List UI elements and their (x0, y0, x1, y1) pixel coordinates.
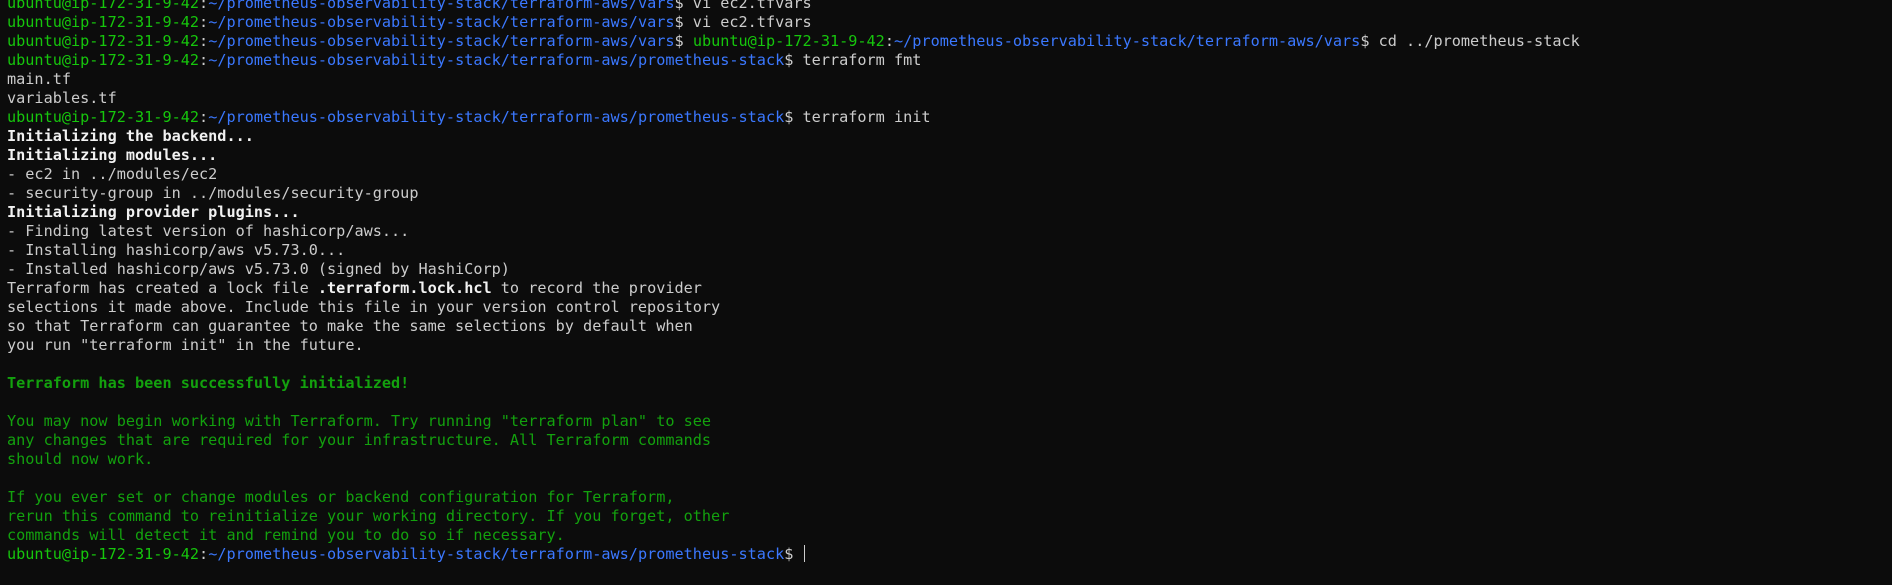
prompt-command: $ (674, 32, 693, 50)
output-line: If you ever set or change modules or bac… (7, 488, 1892, 507)
output-text-bold: Initializing modules... (7, 146, 218, 164)
output-text: - ec2 in ../modules/ec2 (7, 165, 218, 183)
prompt-working-directory: ~/prometheus-observability-stack/terrafo… (208, 51, 785, 69)
output-text-success: any changes that are required for your i… (7, 431, 712, 449)
prompt-working-directory: ~/prometheus-observability-stack/terrafo… (208, 13, 675, 31)
prompt-command: $ vi ec2.tfvars (674, 0, 812, 12)
output-line: selections it made above. Include this f… (7, 298, 1892, 317)
terminal-output[interactable]: ubuntu@ip-172-31-9-42:~/prometheus-obser… (0, 0, 1892, 579)
output-line: any changes that are required for your i… (7, 431, 1892, 450)
prompt-working-directory: ~/prometheus-observability-stack/terrafo… (894, 32, 1361, 50)
prompt-user-host: ubuntu@ip-172-31-9-42 (7, 32, 200, 50)
prompt-separator: : (199, 32, 209, 50)
output-line: main.tf (7, 70, 1892, 89)
prompt-user-host: ubuntu@ip-172-31-9-42 (7, 13, 200, 31)
prompt-command: $ cd ../prometheus-stack (1360, 32, 1580, 50)
output-text-bold: Initializing the backend... (7, 127, 254, 145)
prompt-separator: : (199, 108, 209, 126)
output-text-success: rerun this command to reinitialize your … (7, 507, 730, 525)
output-line: commands will detect it and remind you t… (7, 526, 1892, 545)
output-line: Initializing the backend... (7, 127, 1892, 146)
prompt-line: ubuntu@ip-172-31-9-42:~/prometheus-obser… (7, 51, 1892, 70)
prompt-separator: : (199, 51, 209, 69)
prompt-line: ubuntu@ip-172-31-9-42:~/prometheus-obser… (7, 108, 1892, 127)
output-text: - Installing hashicorp/aws v5.73.0... (7, 241, 346, 259)
output-text-success: If you ever set or change modules or bac… (7, 488, 675, 506)
output-text: - Finding latest version of hashicorp/aw… (7, 222, 410, 240)
prompt-separator: : (199, 545, 209, 563)
prompt-working-directory: ~/prometheus-observability-stack/terrafo… (208, 108, 785, 126)
prompt-user-host: ubuntu@ip-172-31-9-42 (7, 108, 200, 126)
prompt-user-host: ubuntu@ip-172-31-9-42 (7, 545, 200, 563)
prompt-line: ubuntu@ip-172-31-9-42:~/prometheus-obser… (7, 32, 1892, 51)
prompt-separator: : (199, 13, 209, 31)
prompt-line: ubuntu@ip-172-31-9-42:~/prometheus-obser… (7, 13, 1892, 32)
output-text: variables.tf (7, 89, 117, 107)
output-text-success: commands will detect it and remind you t… (7, 526, 565, 544)
prompt-user-host: ubuntu@ip-172-31-9-42 (7, 51, 200, 69)
output-line: You may now begin working with Terraform… (7, 412, 1892, 431)
prompt-command: $ terraform init (784, 108, 931, 126)
output-line: - Finding latest version of hashicorp/aw… (7, 222, 1892, 241)
output-line: Terraform has been successfully initiali… (7, 374, 1892, 393)
prompt-command: $ vi ec2.tfvars (674, 13, 812, 31)
prompt-line: ubuntu@ip-172-31-9-42:~/prometheus-obser… (7, 545, 1892, 564)
output-text: so that Terraform can guarantee to make … (7, 317, 693, 335)
output-text: to record the provider (491, 279, 702, 297)
output-line: you run "terraform init" in the future. (7, 336, 1892, 355)
prompt-separator: : (884, 32, 894, 50)
prompt-command: $ terraform fmt (784, 51, 922, 69)
output-text: - Installed hashicorp/aws v5.73.0 (signe… (7, 260, 510, 278)
output-line: - security-group in ../modules/security-… (7, 184, 1892, 203)
prompt-line: ubuntu@ip-172-31-9-42:~/prometheus-obser… (7, 0, 1892, 13)
output-text-bold: Initializing provider plugins... (7, 203, 300, 221)
output-line: so that Terraform can guarantee to make … (7, 317, 1892, 336)
output-text: - security-group in ../modules/security-… (7, 184, 419, 202)
output-line: Terraform has created a lock file .terra… (7, 279, 1892, 298)
output-text-success-bold: Terraform has been successfully initiali… (7, 374, 410, 392)
output-line: rerun this command to reinitialize your … (7, 507, 1892, 526)
output-text: Terraform has created a lock file (7, 279, 318, 297)
prompt-command: $ (784, 545, 803, 563)
output-line: should now work. (7, 450, 1892, 469)
text-cursor (803, 545, 806, 562)
prompt-user-host: ubuntu@ip-172-31-9-42 (692, 32, 885, 50)
output-text: selections it made above. Include this f… (7, 298, 721, 316)
prompt-separator: : (199, 0, 209, 12)
output-line: Initializing modules... (7, 146, 1892, 165)
output-text: you run "terraform init" in the future. (7, 336, 364, 354)
output-text-bold: .terraform.lock.hcl (317, 279, 492, 297)
output-text-success: should now work. (7, 450, 154, 468)
prompt-working-directory: ~/prometheus-observability-stack/terrafo… (208, 0, 675, 12)
output-text-success: You may now begin working with Terraform… (7, 412, 712, 430)
output-line: - Installed hashicorp/aws v5.73.0 (signe… (7, 260, 1892, 279)
output-line: variables.tf (7, 89, 1892, 108)
prompt-working-directory: ~/prometheus-observability-stack/terrafo… (208, 545, 785, 563)
output-line: - Installing hashicorp/aws v5.73.0... (7, 241, 1892, 260)
output-line: - ec2 in ../modules/ec2 (7, 165, 1892, 184)
prompt-user-host: ubuntu@ip-172-31-9-42 (7, 0, 200, 12)
output-line: Initializing provider plugins... (7, 203, 1892, 222)
prompt-working-directory: ~/prometheus-observability-stack/terrafo… (208, 32, 675, 50)
output-text: main.tf (7, 70, 72, 88)
